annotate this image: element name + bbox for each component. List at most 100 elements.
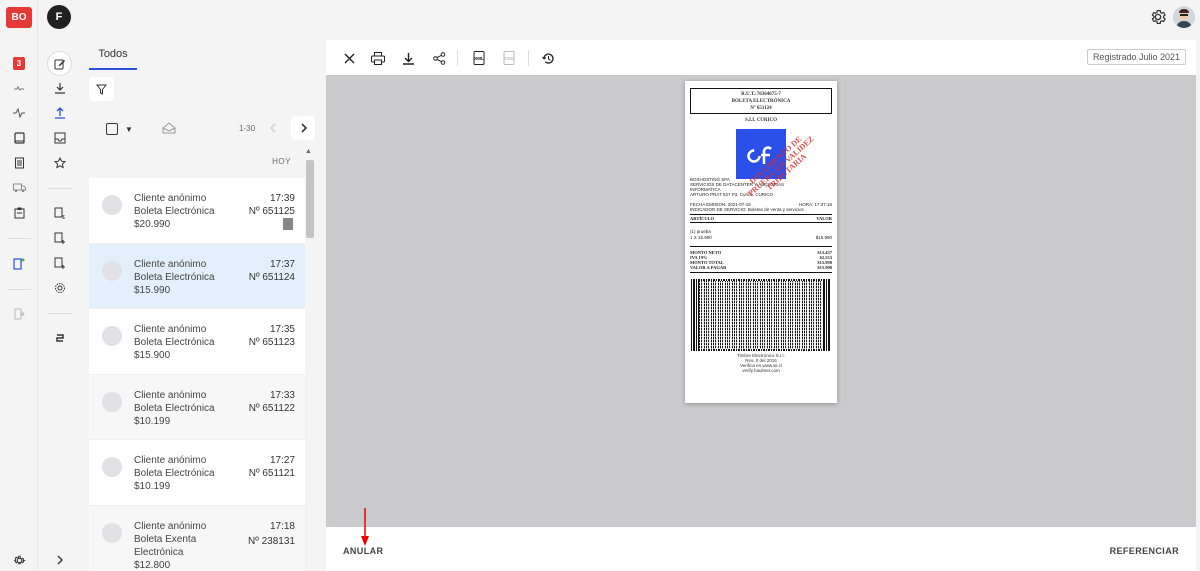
void-document-button[interactable]: ANULAR (343, 546, 383, 556)
document-type: Boleta Electrónica (134, 468, 215, 479)
pagination-range: 1-30 (239, 124, 256, 133)
receipt-document: R.U.T.:76364675-7 BOLETA ELECTRÓNICA Nº … (685, 81, 837, 403)
inbox-button[interactable] (49, 127, 71, 149)
document-type: Boleta Electrónica (134, 206, 215, 217)
connector-button[interactable] (49, 327, 71, 349)
receipt-rule (690, 214, 832, 215)
reference-document-button[interactable]: REFERENCIAR (1110, 546, 1179, 556)
receipt-total-label: VALOR A PAGAR (690, 265, 727, 270)
issued-documents-button[interactable] (49, 102, 71, 124)
received-documents-button[interactable] (49, 77, 71, 99)
trend-icon[interactable] (9, 78, 29, 98)
connector-icon (56, 334, 64, 342)
client-name: Cliente anónimo (134, 193, 207, 204)
previous-page-button[interactable] (261, 116, 285, 140)
receipt-line-item-qty: 1 X 15.990 (690, 235, 712, 240)
tab-todos[interactable]: Todos (89, 48, 137, 70)
history-button[interactable] (538, 48, 558, 68)
ced-button[interactable]: CED (499, 48, 519, 68)
favorites-button[interactable] (49, 152, 71, 174)
list-item[interactable]: Cliente anónimo Boleta Electrónica $15.9… (89, 309, 305, 375)
activity-icon[interactable] (9, 103, 29, 123)
compose-button[interactable] (47, 51, 72, 76)
avatar (102, 457, 122, 477)
list-item[interactable]: Cliente anónimo Boleta Exenta Electrónic… (89, 505, 305, 571)
ledger-icon[interactable] (9, 153, 29, 173)
list-item[interactable]: Cliente anónimo Boleta Electrónica $10.1… (89, 440, 305, 506)
download-icon (402, 52, 414, 65)
receipt-rule (690, 246, 832, 247)
main-rail: BO 3 (0, 0, 38, 571)
book-icon[interactable] (9, 128, 29, 148)
next-page-button[interactable] (291, 116, 315, 140)
registration-period-badge: Registrado Julio 2021 (1086, 49, 1186, 65)
doc-add-alt-button[interactable] (49, 252, 71, 274)
client-name: Cliente anónimo (134, 455, 207, 466)
document-amount: $15.990 (134, 284, 171, 296)
select-all-checkbox[interactable] (106, 123, 118, 135)
receipt-verify-url: verify.haulmer.com (742, 368, 780, 373)
doc-dollar-icon: $ (54, 207, 65, 219)
select-menu-caret-icon[interactable]: ▼ (125, 125, 133, 134)
star-icon (54, 157, 66, 169)
avatar (102, 260, 122, 281)
document-number: Nº 651121 (248, 468, 295, 479)
settings-icon[interactable] (1149, 8, 1167, 26)
sidebar-settings-button[interactable] (49, 277, 71, 299)
client-name: Cliente anónimo (134, 324, 207, 335)
document-settings-icon[interactable] (9, 254, 29, 274)
notifications-badge[interactable]: 3 (9, 53, 29, 73)
list-item[interactable]: Cliente anónimo Boleta Electrónica $20.9… (89, 178, 305, 244)
svg-text:$: $ (62, 215, 65, 219)
avatar (102, 522, 122, 543)
annotation-arrow-icon (361, 508, 369, 546)
filter-button[interactable] (89, 77, 114, 101)
clipboard-icon[interactable] (9, 203, 29, 223)
edit-icon (54, 59, 65, 69)
list-item[interactable]: Cliente anónimo Boleta Electrónica $10.1… (89, 374, 305, 440)
share-button[interactable] (429, 48, 449, 68)
document-viewer: XML CED Registrado Julio 2021 R.U.T.:763… (326, 40, 1196, 571)
document-number: Nº 651124 (248, 271, 295, 283)
settings-icon[interactable] (9, 550, 29, 570)
doc-add-icon (54, 232, 65, 244)
print-button[interactable] (368, 48, 388, 68)
doc-add-button[interactable] (49, 227, 71, 249)
avatar (102, 391, 122, 412)
doc-add-alt-icon (54, 257, 65, 269)
avatar (102, 326, 122, 346)
document-amount: $10.199 (134, 481, 171, 492)
expand-sidebar-button[interactable] (49, 549, 71, 571)
xml-button[interactable]: XML (469, 48, 489, 68)
company-avatar[interactable]: F (47, 5, 71, 29)
ced-icon: CED (503, 51, 515, 65)
list-scrollbar[interactable]: ▲ (305, 148, 315, 571)
svg-text:XML: XML (474, 56, 484, 61)
document-number: Nº 651122 (248, 402, 295, 414)
scroll-up-arrow-icon[interactable]: ▲ (305, 148, 312, 155)
receipt-column-value: VALOR (816, 216, 832, 221)
document-type: Boleta Electrónica (134, 402, 215, 414)
exit-icon[interactable] (9, 304, 29, 324)
doc-dollar-button[interactable]: $ (49, 202, 71, 224)
document-type: Boleta Electrónica (134, 337, 215, 348)
document-number: Nº 651125 (248, 206, 295, 217)
document-type-continued: Electrónica (134, 546, 184, 558)
upload-icon (55, 107, 65, 119)
truck-icon[interactable] (9, 178, 29, 198)
document-time: 17:39 (269, 193, 295, 204)
filter-icon (96, 84, 107, 95)
settings-icon (55, 283, 65, 293)
mark-read-button[interactable] (162, 121, 176, 135)
app-badge[interactable]: BO (6, 7, 32, 28)
chevron-right-icon (57, 555, 63, 565)
xml-icon: XML (473, 51, 485, 65)
user-avatar[interactable] (1173, 6, 1195, 28)
scrollbar-thumb[interactable] (306, 160, 314, 238)
document-type: Boleta Exenta (134, 533, 197, 545)
receipt-title: BOLETA ELECTRÓNICA (731, 99, 791, 104)
close-button[interactable] (339, 48, 359, 68)
list-item[interactable]: Cliente anónimo Boleta Electrónica $15.9… (89, 243, 305, 309)
group-header-today: HOY (272, 157, 291, 166)
download-button[interactable] (398, 48, 418, 68)
